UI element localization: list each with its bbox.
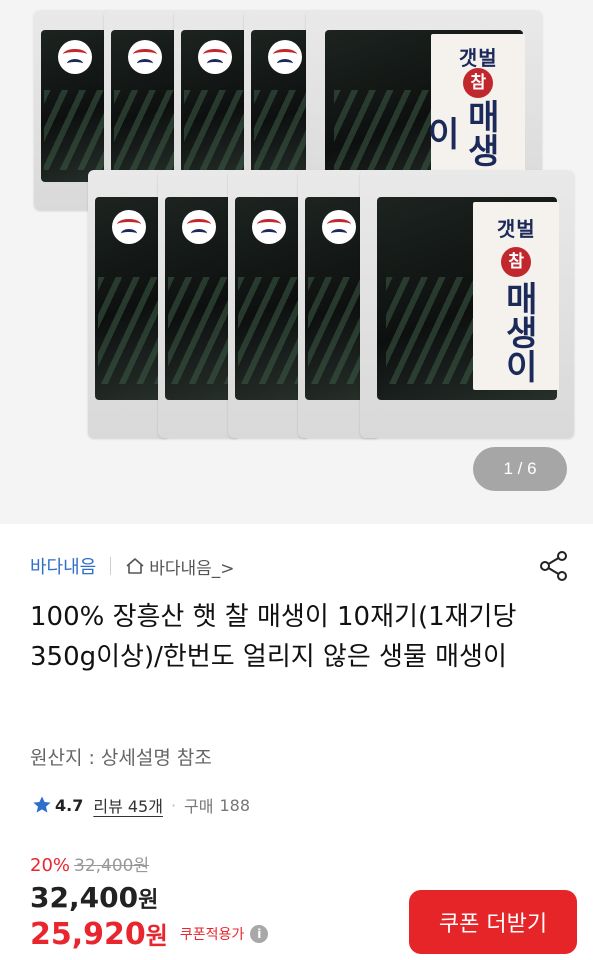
pack-seal: 참 [501, 247, 532, 278]
purchase-count: 188 [219, 795, 251, 815]
coupon-price: 25,920원 [30, 916, 168, 952]
discount-row: 20% 32,400원 [30, 851, 149, 876]
original-price: 32,400원 [74, 856, 150, 876]
rating-score: 4.7 [55, 795, 84, 815]
product-title: 100% 장흥산 햇 찰 매생이 10재기(1재기당 350g이상)/한번도 얼… [30, 602, 517, 672]
pack-name: 매생이 [498, 280, 539, 383]
purchase-label: 구매 [184, 797, 214, 816]
share-icon[interactable] [537, 549, 571, 583]
info-icon[interactable]: i [250, 925, 269, 943]
coupon-price-label: 쿠폰적용가 [179, 927, 245, 943]
store-link-label: 바다내음_> [149, 558, 235, 579]
rating-row: 4.7 리뷰 45개 · 구매 188 [32, 790, 250, 820]
product-image-gallery[interactable]: 갯벌 참 매생이 갯벌 참 매생이 1 / 6 [0, 0, 593, 524]
origin-info: 원산지 : 상세설명 참조 [30, 747, 212, 769]
pack-name: 매생이 [420, 99, 501, 168]
discount-rate: 20% [30, 855, 71, 876]
seller-name[interactable]: 바다내음 [30, 553, 96, 579]
product-pack-front: 갯벌참 매생이 [360, 170, 574, 438]
sale-price-amount: 32,400 [30, 881, 139, 914]
coupon-price-amount: 25,920 [30, 917, 146, 952]
sale-price-unit: 원 [138, 888, 159, 913]
store-link[interactable]: 바다내음_> [125, 554, 235, 579]
coupon-price-unit: 원 [145, 922, 168, 950]
separator-dot: · [170, 795, 177, 815]
pack-brand: 갯벌 [496, 217, 536, 242]
star-icon [33, 796, 51, 813]
home-icon [126, 558, 144, 574]
get-coupon-button[interactable]: 쿠폰 더받기 [409, 890, 577, 954]
sale-price: 32,400원 [30, 881, 158, 914]
coupon-price-row: 25,920원 쿠폰적용가 i [30, 916, 269, 952]
review-count-link[interactable]: 리뷰 45개 [93, 793, 163, 817]
image-counter: 1 / 6 [473, 447, 567, 491]
seller-row: 바다내음 바다내음_> [30, 551, 573, 581]
divider [110, 557, 112, 575]
